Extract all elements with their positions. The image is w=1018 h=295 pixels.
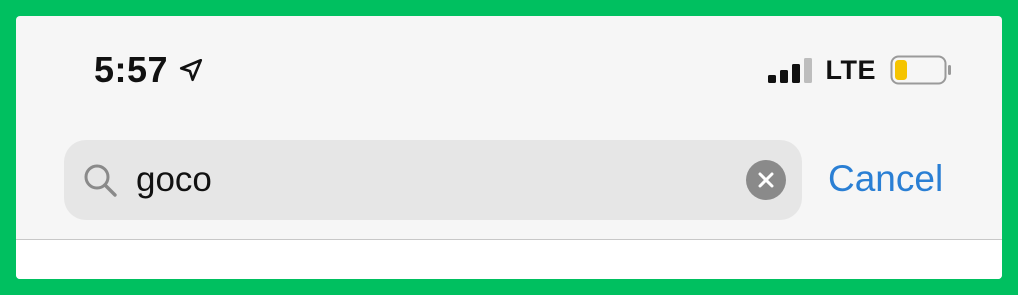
search-field[interactable]: goco [64,140,802,220]
search-results-area [16,240,1002,279]
location-arrow-icon [178,57,204,83]
time-group: 5:57 [94,49,204,90]
clear-search-button[interactable] [746,160,786,200]
app-screen: 5:57 LTE goco Cancel [16,16,1002,279]
network-type: LTE [825,54,876,85]
clear-icon [758,172,774,188]
status-time: 5:57 [94,49,169,90]
cellular-signal-icon [767,56,814,84]
search-input[interactable]: goco [136,158,212,202]
search-icon [82,162,118,198]
status-indicators: LTE [767,54,953,86]
status-bar: 5:57 LTE [16,16,1002,126]
cancel-button[interactable]: Cancel [828,156,943,202]
battery-low-icon [890,55,952,85]
